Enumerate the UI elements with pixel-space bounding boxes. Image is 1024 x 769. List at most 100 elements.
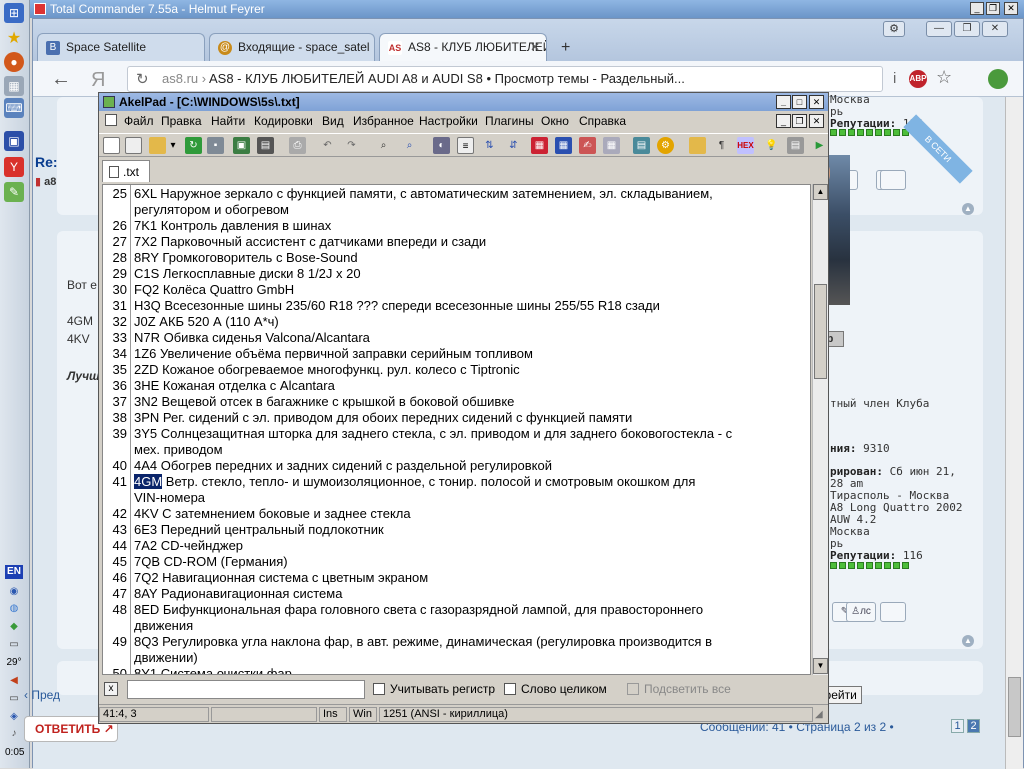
tile-icon[interactable]: ▦ xyxy=(531,137,548,154)
scroll-up-icon[interactable]: ▲ xyxy=(813,184,828,200)
settings-gear-icon[interactable]: ⚙ xyxy=(883,21,905,37)
pilcrow-icon[interactable]: ¶ xyxy=(713,137,730,154)
webcam-icon[interactable] xyxy=(880,170,906,190)
mdi-close-button[interactable]: ✕ xyxy=(809,114,824,128)
page-scrollbar[interactable] xyxy=(1005,97,1023,769)
menu-window[interactable]: Окно xyxy=(541,114,569,128)
menu-edit[interactable]: Правка xyxy=(161,114,202,128)
mdi-restore-button[interactable]: ❐ xyxy=(792,114,807,128)
hex-icon[interactable]: HEX xyxy=(737,137,754,154)
minimize-button[interactable]: _ xyxy=(776,95,791,109)
menu-file[interactable]: Файл xyxy=(124,114,154,128)
table-icon[interactable]: ▦ xyxy=(603,137,620,154)
highlight-icon[interactable]: ✍ xyxy=(579,137,596,154)
new-file-icon[interactable] xyxy=(103,137,120,154)
speaker-icon[interactable]: ◀ xyxy=(5,674,23,688)
reopen-icon[interactable]: ↻ xyxy=(185,137,202,154)
back-arrow-icon[interactable]: ← xyxy=(51,68,71,91)
extension-icon[interactable] xyxy=(988,69,1008,89)
akelpad-icon[interactable]: ✎ xyxy=(4,182,24,202)
new-window-icon[interactable] xyxy=(125,137,142,154)
plugin-gear-icon[interactable]: ⚙ xyxy=(657,137,674,154)
close-button[interactable]: ✕ xyxy=(1004,2,1018,15)
close-tab-icon[interactable]: ✕ xyxy=(530,40,540,54)
encoding[interactable]: 1251 (ANSI - кириллица) xyxy=(379,707,813,722)
monitor-icon[interactable]: ▭ xyxy=(5,638,23,652)
maximize-button[interactable]: □ xyxy=(792,95,807,109)
tray-app-icon[interactable]: ◆ xyxy=(5,620,23,634)
mdi-minimize-button[interactable]: _ xyxy=(776,114,791,128)
print-icon[interactable]: ⎙ xyxy=(289,137,306,154)
tips-bulb-icon[interactable]: 💡 xyxy=(763,137,780,154)
menu-find[interactable]: Найти xyxy=(211,114,245,128)
volume-icon[interactable]: ♪ xyxy=(5,727,23,741)
cascade-icon[interactable]: ▦ xyxy=(555,137,572,154)
insert-file-icon[interactable]: ▤ xyxy=(633,137,650,154)
word-wrap-icon[interactable]: ◐ xyxy=(433,137,450,154)
minimize-button[interactable]: — xyxy=(926,21,952,37)
display-icon[interactable]: ▭ xyxy=(5,692,23,706)
menu-plugins[interactable]: Плагины xyxy=(485,114,534,128)
tab-inbox[interactable]: @ Входящие - space_satel xyxy=(209,33,375,61)
line-endings[interactable]: Win xyxy=(349,707,377,722)
sort-desc-icon[interactable]: ⇵ xyxy=(505,137,522,154)
prev-topic-link[interactable]: ‹ Пред xyxy=(24,688,60,702)
clock[interactable]: 0:05 xyxy=(5,746,24,760)
forward-arrow-icon[interactable]: Я xyxy=(91,69,105,92)
text-editor[interactable]: 25 6XL Наружное зеркало с функцией памяти… xyxy=(102,184,811,675)
new-tab-button[interactable]: + xyxy=(561,39,570,57)
match-case-checkbox[interactable]: Учитывать регистр xyxy=(373,682,495,696)
start-icon[interactable]: ⊞ xyxy=(4,3,24,23)
dropdown-arrow-icon[interactable]: ▾ xyxy=(169,137,177,154)
adblock-icon[interactable]: ABP xyxy=(909,70,927,88)
floppy-icon[interactable]: ▣ xyxy=(4,131,24,151)
save-icon[interactable]: ▪ xyxy=(207,137,224,154)
resize-grip-icon[interactable]: ◢ xyxy=(815,709,823,720)
scroll-top-icon[interactable]: ▲ xyxy=(962,203,974,215)
menu-encodings[interactable]: Кодировки xyxy=(254,114,313,128)
calculator-icon[interactable]: ▦ xyxy=(4,76,24,96)
maximize-button[interactable]: ❐ xyxy=(986,2,1000,15)
open-folder-icon[interactable] xyxy=(149,137,166,154)
undo-icon[interactable]: ↶ xyxy=(319,137,336,154)
page-link-1[interactable]: 1 xyxy=(951,719,964,733)
insert-mode[interactable]: Ins xyxy=(319,707,347,722)
sort-asc-icon[interactable]: ⇅ xyxy=(481,137,498,154)
find-input[interactable] xyxy=(127,680,365,699)
yandex-icon[interactable]: Y xyxy=(4,157,24,177)
find-icon[interactable]: ⌕ xyxy=(375,137,392,154)
find-close-button[interactable]: x xyxy=(104,682,118,696)
menu-help[interactable]: Справка xyxy=(579,114,626,128)
keyboard-icon[interactable]: ⌨ xyxy=(4,98,24,118)
pm-button[interactable]: ♙лс xyxy=(846,602,876,622)
clipboard-icon[interactable]: ▤ xyxy=(787,137,804,154)
page-info-icon[interactable]: i xyxy=(893,70,896,87)
akelpad-titlebar[interactable]: AkelPad - [C:\WINDOWS\5s\.txt] _ □ ✕ xyxy=(99,93,828,111)
close-button[interactable]: ✕ xyxy=(982,21,1008,37)
language-indicator[interactable]: EN xyxy=(5,565,23,579)
network-icon[interactable]: ◉ xyxy=(5,585,23,599)
menu-view[interactable]: Вид xyxy=(322,114,344,128)
webcam-icon[interactable] xyxy=(880,602,906,622)
star-icon[interactable]: ★ xyxy=(4,28,24,48)
whole-word-checkbox[interactable]: Слово целиком xyxy=(504,682,607,696)
total-commander-titlebar[interactable]: Total Commander 7.55a - Helmut Feyrer _ … xyxy=(30,0,1024,18)
firefox-icon[interactable]: ● xyxy=(4,52,24,72)
explorer-icon[interactable] xyxy=(689,137,706,154)
replace-icon[interactable]: ⌕ xyxy=(401,137,418,154)
shield-icon[interactable]: ◈ xyxy=(5,710,23,724)
run-play-icon[interactable]: ▶ xyxy=(811,137,828,154)
save-session-icon[interactable]: ▤ xyxy=(257,137,274,154)
scroll-top-icon[interactable]: ▲ xyxy=(962,635,974,647)
reload-icon[interactable]: ↻ xyxy=(136,70,149,88)
bookmark-star-icon[interactable]: ☆ xyxy=(936,67,952,88)
tab-as8-club[interactable]: AS AS8 - КЛУБ ЛЮБИТЕЛЕЙ ✕ xyxy=(379,33,547,61)
wrap-toggle-icon[interactable]: ≡ xyxy=(457,137,474,154)
maximize-button[interactable]: ❐ xyxy=(954,21,980,37)
close-button[interactable]: ✕ xyxy=(809,95,824,109)
globe-icon[interactable]: ◍ xyxy=(5,602,23,616)
tab-space-satellite[interactable]: B Space Satellite xyxy=(37,33,205,61)
menu-settings[interactable]: Настройки xyxy=(419,114,478,128)
save-all-icon[interactable]: ▣ xyxy=(233,137,250,154)
scroll-down-icon[interactable]: ▼ xyxy=(813,658,828,674)
